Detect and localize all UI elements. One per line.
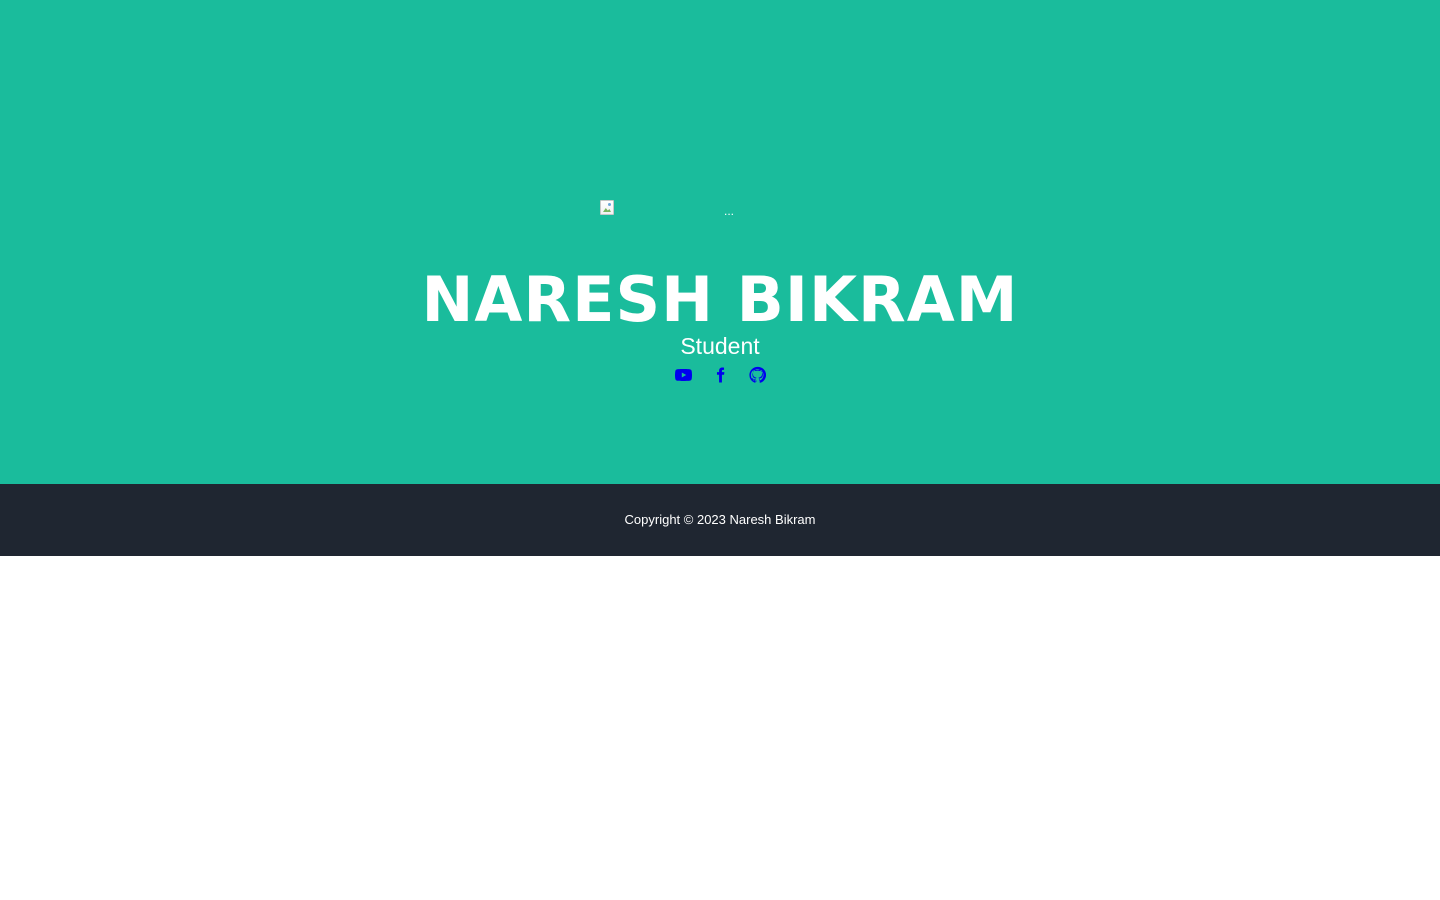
broken-image-icon <box>600 200 614 215</box>
copyright-text: Copyright © 2023 Naresh Bikram <box>624 512 816 527</box>
github-link[interactable] <box>748 366 766 384</box>
masthead: ... NARESH BIKRAM Student <box>0 0 1440 484</box>
avatar-alt-text: ... <box>724 204 735 218</box>
page-subtitle: Student <box>680 333 760 359</box>
avatar: ... <box>600 200 840 220</box>
github-icon <box>748 366 766 383</box>
footer: Copyright © 2023 Naresh Bikram <box>0 484 1440 556</box>
page-title: NARESH BIKRAM <box>421 263 1019 336</box>
youtube-link[interactable] <box>674 366 692 384</box>
facebook-icon <box>716 367 724 383</box>
social-links <box>0 366 1440 386</box>
youtube-icon <box>674 369 692 381</box>
facebook-link[interactable] <box>712 366 729 384</box>
